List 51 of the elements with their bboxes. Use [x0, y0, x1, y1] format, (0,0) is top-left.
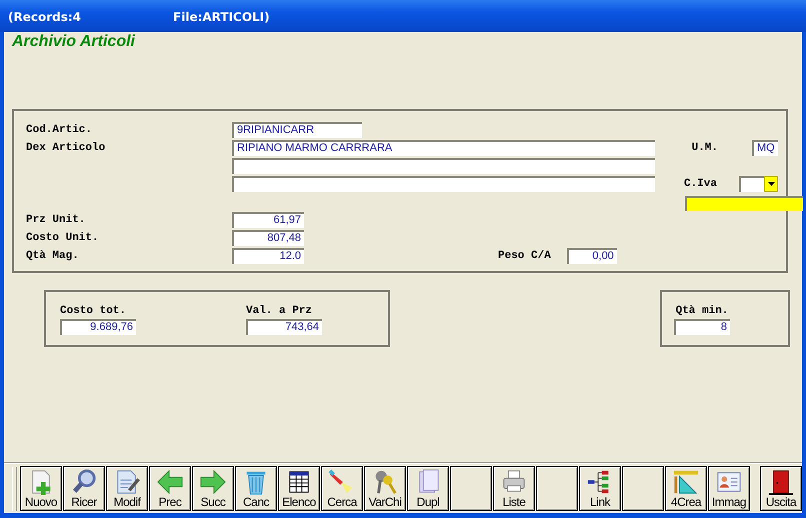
blank-toolbar-button[interactable]	[622, 466, 664, 511]
field-label: Prz Unit.	[26, 213, 86, 228]
toolbar-button[interactable]: Ricer	[63, 466, 105, 511]
text-field[interactable]: RIPIANO MARMO CARRRARA	[232, 140, 655, 156]
text-field[interactable]	[232, 176, 655, 192]
field-label: Costo tot.	[60, 304, 126, 319]
toolbar-button[interactable]: VarChi	[364, 466, 406, 511]
vat-description-field[interactable]	[685, 196, 803, 211]
text-field[interactable]: 9.689,76	[60, 319, 136, 335]
field-label: C.Iva	[684, 177, 717, 192]
blank-toolbar-button[interactable]	[536, 466, 578, 511]
toolbar-button[interactable]: Succ	[192, 466, 234, 511]
text-field[interactable]	[232, 158, 655, 174]
toolbar-button[interactable]: 4Crea	[665, 466, 707, 511]
field-label: Qtà min.	[676, 304, 728, 319]
toolbar-button[interactable]: Modif	[106, 466, 148, 511]
form-heading: Archivio Articoli	[10, 32, 136, 52]
text-field[interactable]: 12.0	[232, 248, 304, 264]
toolbar-button[interactable]: Immag	[708, 466, 750, 511]
text-field[interactable]: 743,64	[246, 319, 322, 335]
blank-toolbar-button[interactable]	[450, 466, 492, 511]
toolbar-button[interactable]: Elenco	[278, 466, 320, 511]
records-count: (Records:4	[8, 10, 82, 24]
file-name: File:ARTICOLI)	[173, 10, 270, 24]
exit-button[interactable]: Uscita	[760, 466, 802, 511]
field-label: U.M.	[692, 141, 718, 156]
text-field[interactable]: 0,00	[566, 248, 617, 264]
text-field[interactable]: 8	[674, 319, 730, 335]
toolbar-button[interactable]: Liste	[493, 466, 535, 511]
text-field[interactable]: 61,97	[232, 212, 304, 228]
text-field[interactable]: 807,48	[232, 230, 304, 246]
right-arrow-icon	[198, 469, 228, 495]
field-label: Dex Articolo	[26, 141, 106, 156]
field-label: Peso C/A	[498, 249, 551, 264]
toolbar-button[interactable]: Nuovo	[20, 466, 62, 511]
field-label: Cod.Artic.	[26, 123, 94, 138]
toolbar-button[interactable]: Link	[579, 466, 621, 511]
toolbar-button[interactable]: Prec	[149, 466, 191, 511]
text-field[interactable]: MQ	[752, 140, 778, 156]
left-arrow-icon	[155, 469, 185, 495]
field-label: Qtà Mag.	[26, 249, 80, 264]
door-icon	[766, 469, 796, 495]
toolbar-button[interactable]: Dupl	[407, 466, 449, 511]
vat-combobox[interactable]	[739, 176, 778, 192]
drafting-tools-icon	[671, 469, 701, 495]
toolbar-button[interactable]: Canc	[235, 466, 277, 511]
toolbar-button[interactable]: Cerca	[321, 466, 363, 511]
field-label: Val. a Prz	[246, 304, 312, 319]
field-label: Costo Unit.	[26, 231, 100, 246]
text-field[interactable]: 9RIPIANICARR	[232, 122, 362, 138]
caret-icon	[768, 182, 774, 186]
